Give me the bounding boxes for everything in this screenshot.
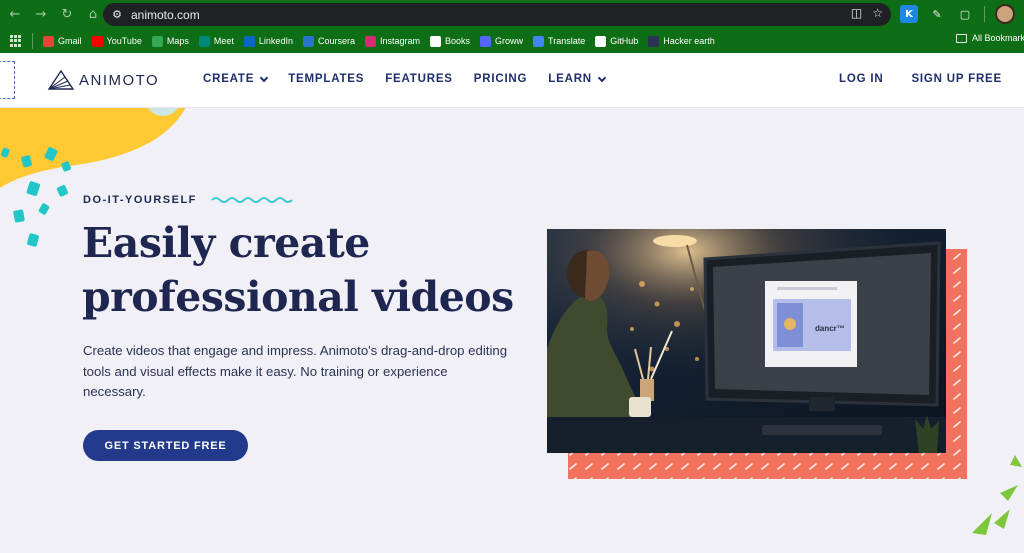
bookmark-books[interactable]: Books	[426, 31, 476, 51]
bookmark-label: Coursera	[317, 36, 355, 46]
dashed-outline-decoration	[0, 61, 15, 99]
all-bookmarks-button[interactable]: All Bookmarks	[956, 33, 1024, 43]
forward-icon[interactable]: →	[30, 4, 52, 26]
nav-item-templates[interactable]: TEMPLATES	[288, 73, 364, 85]
browser-chrome: ← → ↻ ⌂ ⚙ animoto.com ◫ ☆ K ✎ ▢ ⋮ Gmail Y…	[0, 0, 1024, 53]
bookmark-label: Books	[445, 36, 471, 46]
headline-line-2: professional videos	[82, 273, 514, 321]
back-icon[interactable]: ←	[4, 4, 26, 26]
hero-video[interactable]: dancr™	[547, 229, 946, 453]
url-text[interactable]: animoto.com	[131, 8, 200, 22]
cast-icon[interactable]: ◫	[851, 6, 862, 20]
bookmark-label: Hacker earth	[663, 36, 715, 46]
bookmark-github[interactable]: GitHub	[591, 31, 644, 51]
nav-label: FEATURES	[385, 73, 453, 85]
bookmark-label: YouTube	[106, 36, 142, 46]
github-icon	[595, 35, 607, 47]
bookmark-translate[interactable]: Translate	[529, 31, 591, 51]
bookmark-label: GitHub	[610, 36, 639, 46]
video-still-illustration: dancr™	[547, 229, 946, 453]
headline-line-1: Easily create	[82, 219, 370, 267]
apps-grid-icon[interactable]	[10, 35, 22, 47]
youtube-icon	[91, 35, 103, 47]
bookmarks-bar: Gmail YouTube Maps Meet LinkedIn Coursera Inst…	[0, 29, 1024, 53]
bookmarks-divider	[32, 33, 33, 49]
video-screen-brand: dancr™	[815, 324, 845, 333]
bookmark-label: Meet	[213, 36, 234, 46]
bookmark-hacker-earth[interactable]: Hacker earth	[644, 31, 721, 51]
maps-icon	[151, 35, 163, 47]
site-info-icon[interactable]: ⚙	[107, 5, 127, 25]
teal-confetti-decoration	[1, 147, 71, 247]
main-nav: CREATE TEMPLATES FEATURES PRICING LEARN	[203, 73, 607, 85]
bookmark-label: Translate	[548, 36, 586, 46]
nav-label: PRICING	[473, 73, 528, 85]
extensions-puzzle-icon[interactable]: ▢	[956, 5, 974, 23]
login-link[interactable]: LOG IN	[839, 73, 883, 85]
address-bar[interactable]: ⚙ animoto.com ◫ ☆	[103, 3, 891, 26]
bookmark-linkedin[interactable]: LinkedIn	[240, 31, 299, 51]
animoto-logo-icon	[47, 69, 75, 90]
nav-item-learn[interactable]: LEARN	[548, 73, 607, 85]
translate-icon	[533, 35, 545, 47]
eyedropper-icon[interactable]: ✎	[928, 5, 946, 23]
coursera-icon	[302, 35, 314, 47]
profile-avatar[interactable]	[995, 4, 1015, 24]
squiggle-decoration	[211, 197, 293, 203]
signup-link[interactable]: SIGN UP FREE	[911, 73, 1002, 85]
bookmark-label: Gmail	[58, 36, 82, 46]
bookmark-label: Maps	[166, 36, 189, 46]
books-icon	[430, 35, 441, 47]
hero-headline: Easily create professional videos	[82, 216, 542, 324]
meet-icon	[198, 35, 210, 47]
hero-eyebrow: DO-IT-YOURSELF	[83, 194, 295, 206]
bookmark-label: Instagram	[379, 36, 420, 46]
bookmark-coursera[interactable]: Coursera	[299, 31, 361, 51]
gmail-icon	[43, 35, 54, 47]
site-header: ANIMOTO CREATE TEMPLATES FEATURES PRICING LE…	[0, 53, 1024, 108]
toolbar-divider	[984, 6, 985, 22]
bookmark-label: Groww	[495, 36, 524, 46]
nav-item-create[interactable]: CREATE	[203, 73, 269, 85]
auth-nav: LOG IN SIGN UP FREE	[839, 73, 1002, 85]
hero-section: DO-IT-YOURSELF Easily create professiona…	[0, 108, 1024, 553]
extension-k-icon[interactable]: K	[900, 5, 918, 23]
bookmark-meet[interactable]: Meet	[195, 31, 240, 51]
hacker-earth-icon	[648, 35, 660, 47]
all-bookmarks-label: All Bookmarks	[972, 33, 1024, 43]
bookmark-instagram[interactable]: Instagram	[361, 31, 426, 51]
animoto-logo[interactable]: ANIMOTO	[47, 69, 159, 91]
green-leaf-decoration	[972, 455, 1022, 535]
nav-item-pricing[interactable]: PRICING	[474, 73, 528, 85]
nav-label: TEMPLATES	[288, 73, 365, 85]
linkedin-icon	[243, 35, 255, 47]
home-icon[interactable]: ⌂	[82, 4, 104, 26]
nav-label: CREATE	[203, 73, 255, 85]
nav-label: LEARN	[548, 73, 592, 85]
reload-icon[interactable]: ↻	[56, 4, 78, 26]
bookmark-groww[interactable]: Groww	[476, 31, 529, 51]
bookmark-youtube[interactable]: YouTube	[88, 31, 148, 51]
eyebrow-text: DO-IT-YOURSELF	[83, 194, 197, 206]
get-started-button[interactable]: GET STARTED FREE	[83, 430, 248, 461]
bookmark-label: LinkedIn	[258, 36, 293, 46]
groww-icon	[480, 35, 492, 47]
chevron-down-icon	[259, 73, 269, 82]
instagram-icon	[364, 35, 376, 47]
browser-toolbar: ← → ↻ ⌂ ⚙ animoto.com ◫ ☆ K ✎ ▢ ⋮	[0, 0, 1024, 29]
hero-description: Create videos that engage and impress. A…	[83, 343, 508, 399]
chevron-down-icon	[597, 73, 607, 82]
bookmark-gmail[interactable]: Gmail	[39, 31, 88, 51]
folder-icon	[956, 33, 967, 43]
nav-item-features[interactable]: FEATURES	[385, 73, 453, 85]
bookmark-maps[interactable]: Maps	[148, 31, 195, 51]
logo-text: ANIMOTO	[79, 71, 160, 89]
bookmark-star-icon[interactable]: ☆	[872, 6, 883, 20]
